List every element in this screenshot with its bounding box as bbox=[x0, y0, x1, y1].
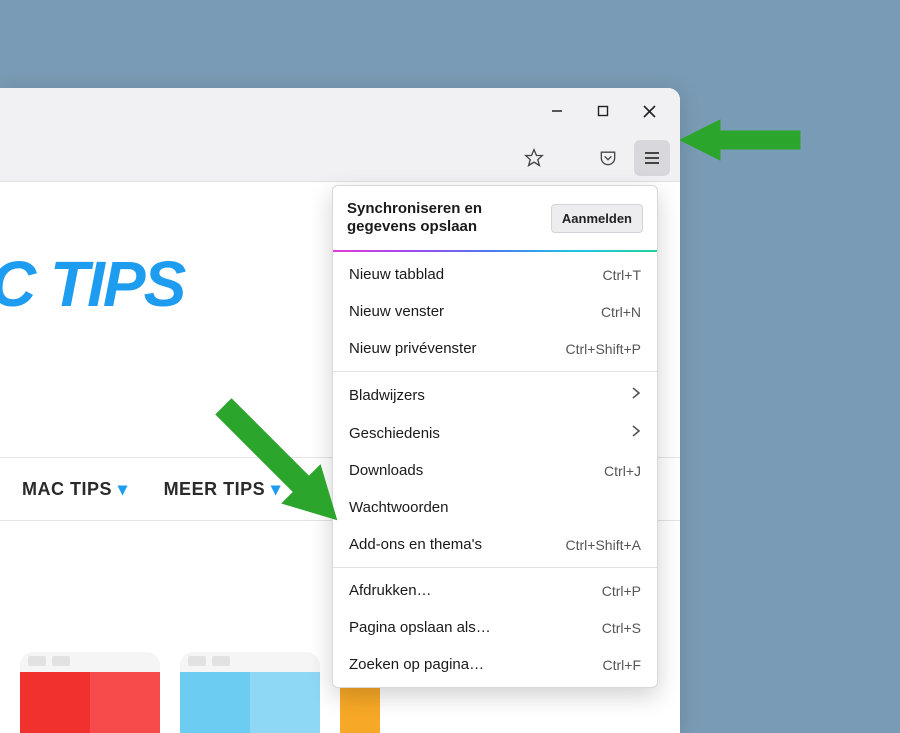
menu-item-print[interactable]: Afdrukken… Ctrl+P bbox=[333, 572, 657, 609]
menu-shortcut: Ctrl+Shift+P bbox=[566, 341, 641, 357]
menu-label: Add-ons en thema's bbox=[349, 536, 482, 553]
pocket-icon[interactable] bbox=[590, 140, 626, 176]
menu-label: Bladwijzers bbox=[349, 387, 425, 404]
menu-shortcut: Ctrl+F bbox=[603, 657, 642, 673]
menu-label: Nieuw venster bbox=[349, 303, 444, 320]
menu-label: Nieuw tabblad bbox=[349, 266, 444, 283]
menu-separator bbox=[333, 371, 657, 372]
gradient-divider bbox=[333, 250, 657, 252]
menu-sync-section: Synchroniseren en gegevens opslaan Aanme… bbox=[333, 186, 657, 250]
menu-item-downloads[interactable]: Downloads Ctrl+J bbox=[333, 452, 657, 489]
menu-shortcut: Ctrl+Shift+A bbox=[566, 537, 641, 553]
chevron-down-icon: ▾ bbox=[118, 479, 128, 500]
menu-item-history[interactable]: Geschiedenis bbox=[333, 414, 657, 452]
window-titlebar bbox=[0, 88, 680, 134]
nav-item-mac-tips[interactable]: MAC TIPS ▾ bbox=[22, 479, 128, 500]
menu-shortcut: Ctrl+P bbox=[602, 583, 641, 599]
menu-item-new-window[interactable]: Nieuw venster Ctrl+N bbox=[333, 293, 657, 330]
menu-label: Zoeken op pagina… bbox=[349, 656, 484, 673]
app-menu-button[interactable] bbox=[634, 140, 670, 176]
minimize-button[interactable] bbox=[534, 93, 580, 129]
menu-item-new-tab[interactable]: Nieuw tabblad Ctrl+T bbox=[333, 256, 657, 293]
menu-item-addons[interactable]: Add-ons en thema's Ctrl+Shift+A bbox=[333, 526, 657, 563]
nav-label: MAC TIPS bbox=[22, 479, 112, 500]
menu-shortcut: Ctrl+J bbox=[604, 463, 641, 479]
signin-button[interactable]: Aanmelden bbox=[551, 204, 643, 233]
app-menu-dropdown: Synchroniseren en gegevens opslaan Aanme… bbox=[332, 185, 658, 688]
menu-item-find[interactable]: Zoeken op pagina… Ctrl+F bbox=[333, 646, 657, 683]
site-logo: C TIPS bbox=[0, 247, 184, 321]
chevron-right-icon bbox=[631, 386, 641, 404]
menu-item-bookmarks[interactable]: Bladwijzers bbox=[333, 376, 657, 414]
menu-item-new-private[interactable]: Nieuw privévenster Ctrl+Shift+P bbox=[333, 330, 657, 367]
menu-label: Afdrukken… bbox=[349, 582, 432, 599]
menu-label: Nieuw privévenster bbox=[349, 340, 477, 357]
menu-label: Geschiedenis bbox=[349, 425, 440, 442]
menu-separator bbox=[333, 567, 657, 568]
bookmark-star-icon[interactable] bbox=[516, 140, 552, 176]
close-button[interactable] bbox=[626, 93, 672, 129]
tile[interactable] bbox=[180, 652, 320, 733]
annotation-arrow bbox=[680, 105, 810, 185]
sync-title: Synchroniseren en gegevens opslaan bbox=[347, 200, 517, 236]
menu-shortcut: Ctrl+T bbox=[603, 267, 642, 283]
menu-label: Downloads bbox=[349, 462, 423, 479]
menu-label: Pagina opslaan als… bbox=[349, 619, 491, 636]
browser-toolbar bbox=[0, 134, 680, 182]
menu-item-passwords[interactable]: Wachtwoorden bbox=[333, 489, 657, 526]
tile-row bbox=[0, 652, 380, 733]
tile[interactable] bbox=[20, 652, 160, 733]
menu-item-save-as[interactable]: Pagina opslaan als… Ctrl+S bbox=[333, 609, 657, 646]
menu-shortcut: Ctrl+N bbox=[601, 304, 641, 320]
menu-shortcut: Ctrl+S bbox=[602, 620, 641, 636]
maximize-button[interactable] bbox=[580, 93, 626, 129]
chevron-right-icon bbox=[631, 424, 641, 442]
